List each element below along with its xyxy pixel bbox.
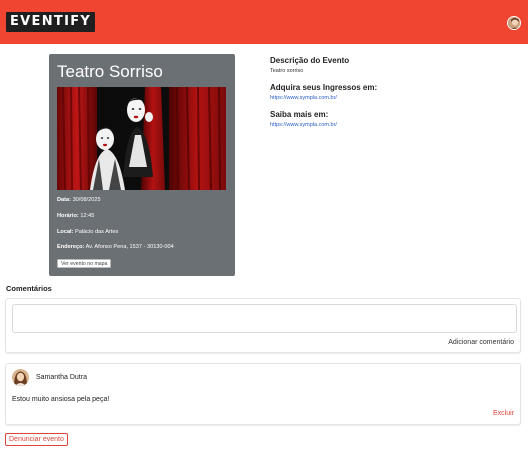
top-navbar: EVENTIFY [0,0,528,44]
more-info-link[interactable]: https://www.sympla.com.br/ [270,122,337,128]
report-event-button[interactable]: Denunciar evento [5,433,68,446]
event-time: Horário: 12:45 [57,213,95,219]
comment-input[interactable] [12,304,517,333]
comment-text: Estou muito ansiosa pela peça! [12,396,110,403]
event-date: Data: 30/08/2025 [57,197,101,203]
event-image [57,87,226,190]
event-address: Endereço: Av. Afonso Pena, 1537 - 30130-… [57,244,174,250]
delete-comment-button[interactable]: Excluir [493,410,514,417]
event-title: Teatro Sorriso [57,62,163,81]
comment-author: Samantha Dutra [36,374,87,381]
user-avatar-icon[interactable] [507,16,521,30]
comments-title: Comentários [6,284,52,293]
event-place: Local: Palácio das Artes [57,229,119,235]
event-card: Teatro Sorriso Data: 30/08/2025 Horário:… [49,54,235,276]
new-comment-box: Adicionar comentário [5,298,521,353]
tickets-link[interactable]: https://www.sympla.com.br/ [270,95,337,101]
view-on-map-button[interactable]: Ver evento no mapa [57,259,112,268]
add-comment-button[interactable]: Adicionar comentário [448,339,514,346]
commenter-avatar-icon [12,369,29,386]
comment-item: Samantha Dutra Estou muito ansiosa pela … [5,363,521,425]
description-heading: Descrição do Evento [270,56,350,65]
more-info-heading: Saiba mais em: [270,110,329,119]
description-text: Teatro sorriso [270,68,304,74]
tickets-heading: Adquira seus Ingressos em: [270,83,378,92]
eventify-logo[interactable]: EVENTIFY [6,12,96,32]
